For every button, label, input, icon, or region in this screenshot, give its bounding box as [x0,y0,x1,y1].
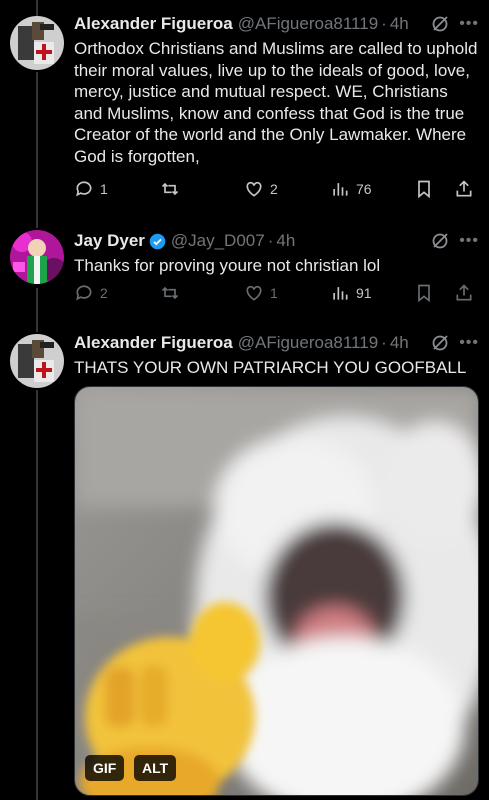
share-icon [456,180,472,197]
share-button[interactable] [454,179,474,199]
retweet-button[interactable] [160,283,186,303]
separator: · [381,333,387,352]
views-icon [333,183,348,196]
tweet-text: THATS YOUR OWN PATRIARCH YOU GOOFBALL [74,358,467,377]
grok-icon[interactable] [431,334,449,352]
reply-count: 1 [100,181,108,197]
share-button[interactable] [454,283,474,303]
more-options-icon[interactable]: ••• [459,232,479,250]
tweet[interactable]: Alexander Figueroa @AFigueroa81119 · 4h … [0,0,489,220]
bookmark-icon [418,180,430,199]
views-button[interactable]: 91 [330,283,372,303]
like-button[interactable]: 1 [244,283,278,303]
separator: · [381,14,387,33]
heart-icon [246,285,262,301]
more-options-icon[interactable]: ••• [459,334,479,352]
reply-icon [76,181,92,197]
reply-button[interactable]: 1 [74,179,108,199]
author-name[interactable]: Alexander Figueroa [74,333,233,353]
timestamp[interactable]: 4h [276,231,295,251]
author-handle[interactable]: @Jay_D007 [171,231,265,251]
view-count: 91 [356,285,372,301]
like-button[interactable]: 2 [244,179,278,199]
reply-button[interactable]: 2 [74,283,108,303]
bookmark-button[interactable] [414,283,434,303]
like-count: 2 [270,181,278,197]
gif-image [75,387,478,795]
alt-text-button[interactable]: ALT [134,755,177,781]
reply-icon [76,285,92,301]
author-handle[interactable]: @AFigueroa81119 [238,14,378,34]
reply-count: 2 [100,285,108,301]
author-name[interactable]: Alexander Figueroa [74,14,233,34]
verified-badge-icon [149,233,166,249]
grok-icon[interactable] [431,232,449,250]
author-handle[interactable]: @AFigueroa81119 [238,333,378,353]
avatar[interactable] [10,334,64,388]
avatar[interactable] [10,230,64,284]
heart-icon [246,181,262,197]
view-count: 76 [356,181,372,197]
gif-media[interactable]: GIF ALT [74,386,479,796]
like-count: 1 [270,285,278,301]
gif-badge: GIF [85,755,125,781]
retweet-icon [161,182,179,196]
views-icon [333,287,348,300]
more-options-icon[interactable]: ••• [459,15,479,33]
author-name[interactable]: Jay Dyer [74,231,145,251]
share-icon [456,284,472,301]
bookmark-button[interactable] [414,179,434,199]
views-button[interactable]: 76 [330,179,372,199]
grok-icon[interactable] [431,15,449,33]
retweet-button[interactable] [160,179,186,199]
tweet-text: Orthodox Christians and Muslims are call… [74,39,483,166]
separator: · [267,231,274,250]
retweet-icon [161,286,179,300]
avatar[interactable] [10,16,64,70]
bookmark-icon [418,284,430,303]
tweet[interactable]: Jay Dyer @Jay_D007 · 4h ••• Thanks for p… [0,220,489,320]
timestamp[interactable]: 4h [390,333,409,353]
tweet-text: Thanks for proving youre not christian l… [74,256,381,275]
timestamp[interactable]: 4h [390,14,409,34]
